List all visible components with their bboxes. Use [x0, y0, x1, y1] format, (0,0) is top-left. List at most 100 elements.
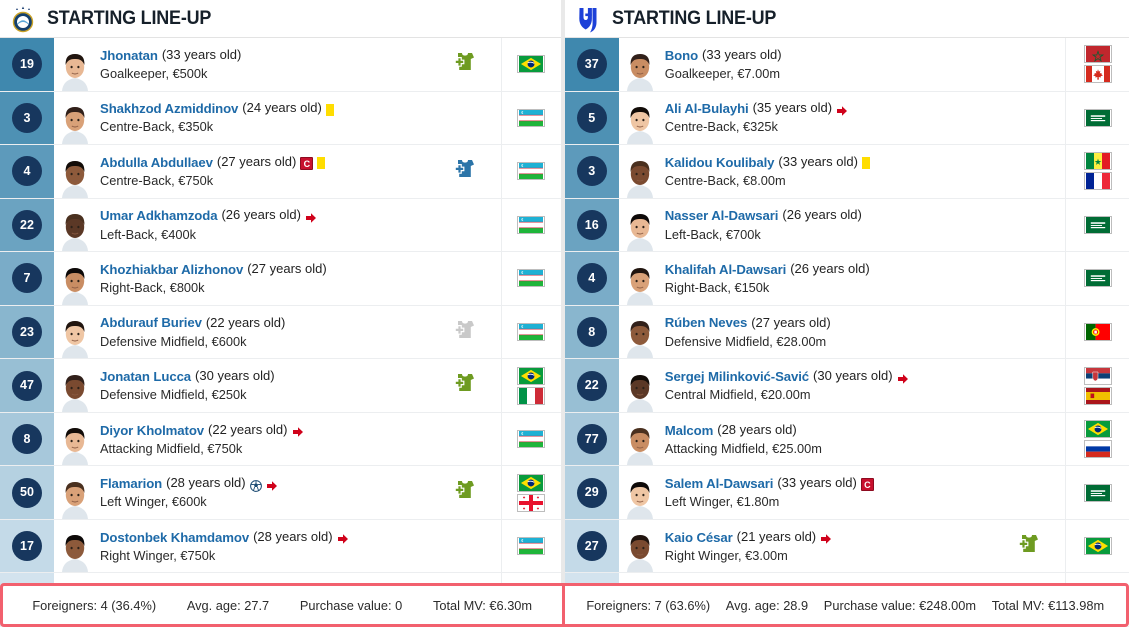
player-name-link[interactable]: Shakhzod Azmiddinov: [100, 101, 238, 116]
player-age: (27 years old): [751, 314, 831, 330]
player-name-link[interactable]: Jonatan Lucca: [100, 369, 191, 384]
player-name-link[interactable]: Sergej Milinković-Savić: [665, 369, 809, 384]
player-row[interactable]: 3 Shakhzod Azmiddinov (24 years old) Centre…: [0, 91, 561, 146]
player-row[interactable]: 4 Abdulla Abdullaev (27 years old) C Centre-…: [0, 145, 561, 199]
player-info: Rúben Neves (27 years old) Defensive Midfi…: [657, 306, 987, 359]
player-row[interactable]: 19 Jhonatan (33 years old) Goalkeeper, €500…: [0, 38, 561, 92]
player-name-link[interactable]: Umar Adkhamzoda: [100, 208, 218, 223]
player-name-link[interactable]: Salem Al-Dawsari: [665, 476, 774, 491]
shirt-number-cell: 3: [564, 145, 619, 198]
player-row[interactable]: 8 Rúben Neves (27 years old) Defensive Midf…: [564, 305, 1129, 360]
player-name-link[interactable]: Kalidou Koulibaly: [665, 155, 775, 170]
stat-foreigners-right: Foreigners: 7 (63.6%): [586, 597, 711, 613]
player-event-cell: [987, 520, 1065, 573]
player-row[interactable]: 17 Dostonbek Khamdamov (28 years old) Right…: [0, 519, 561, 574]
player-name-link[interactable]: Dostonbek Khamdamov: [100, 530, 249, 545]
player-row[interactable]: 7 Khozhiakbar Alizhonov (27 years old) Righ…: [0, 252, 561, 306]
player-event-cell: [987, 92, 1065, 145]
substitution-jersey-blue-icon[interactable]: [449, 158, 475, 185]
player-event-cell: [987, 38, 1065, 91]
player-photo: [619, 520, 657, 573]
player-position-value: Goalkeeper, €500k: [100, 65, 208, 81]
substituted-off-arrow-icon: [820, 532, 832, 544]
player-name-link[interactable]: Kaio César: [665, 530, 733, 545]
player-name-link[interactable]: Rúben Neves: [665, 315, 748, 330]
player-info: Abdulla Abdullaev (27 years old) C Centre-B…: [92, 145, 423, 198]
team-panel-right: STARTING LINE-UP 37 Bono (33 years old) Goa…: [564, 0, 1129, 627]
player-row[interactable]: 16 Nasser Al-Dawsari (26 years old) Left-Ba…: [564, 198, 1129, 253]
player-age: (26 years old): [782, 207, 862, 223]
player-row[interactable]: 4 Khalifah Al-Dawsari (26 years old) Right-…: [564, 252, 1129, 306]
player-event-cell: [987, 359, 1065, 412]
substitution-jersey-grey-icon[interactable]: [449, 319, 475, 346]
shirt-number-cell: 8: [564, 305, 619, 359]
player-info: Ali Al-Bulayhi (35 years old) Centre-Back,…: [657, 92, 987, 145]
team-stats-left: Foreigners: 4 (36.4%) Avg. age: 27.7 Pur…: [3, 586, 565, 624]
player-position-value: Left Winger, €600k: [100, 494, 207, 510]
shirt-number-cell: 47: [0, 359, 54, 412]
substitution-jersey-green-icon[interactable]: [449, 372, 475, 399]
player-name-line: Jhonatan (33 years old): [100, 47, 423, 63]
player-name-link[interactable]: Malcom: [665, 423, 714, 438]
player-name-link[interactable]: Nasser Al-Dawsari: [665, 208, 779, 223]
captain-armband-icon: C: [300, 156, 314, 170]
player-name-line: Nasser Al-Dawsari (26 years old): [665, 207, 987, 223]
substituted-off-arrow-icon: [836, 104, 848, 116]
player-name-link[interactable]: Flamarion: [100, 476, 162, 491]
player-name-link[interactable]: Abdurauf Buriev: [100, 315, 202, 330]
player-name-line: Rúben Neves (27 years old): [665, 314, 987, 331]
player-name-link[interactable]: Khalifah Al-Dawsari: [665, 262, 787, 277]
substitution-jersey-green-icon[interactable]: [1013, 533, 1039, 560]
player-row[interactable]: 29 Salem Al-Dawsari (33 years old) C Left Wi…: [564, 466, 1129, 520]
flag-uz-icon: [517, 537, 546, 556]
player-row[interactable]: 27 Kaio César (21 years old) Right Winger, …: [564, 519, 1129, 574]
flag-sn-icon: [1083, 152, 1112, 171]
player-row[interactable]: 3 Kalidou Koulibaly (33 years old) Centre-B…: [564, 145, 1129, 199]
player-age: (30 years old): [813, 368, 893, 384]
flag-pt-icon: [1083, 323, 1112, 341]
player-name-line: Flamarion (28 years old): [100, 475, 423, 492]
shirt-number-cell: 37: [564, 38, 619, 91]
player-row[interactable]: 47 Jonatan Lucca (30 years old) Defensive M…: [0, 359, 561, 413]
player-nationality-cell: [500, 359, 561, 412]
player-name-link[interactable]: Bono: [665, 48, 698, 63]
shirt-number-badge: 37: [576, 49, 607, 80]
player-age: (27 years old): [216, 153, 297, 169]
player-row[interactable]: 5 Ali Al-Bulayhi (35 years old) Centre-Back…: [564, 91, 1129, 146]
player-photo: [619, 145, 657, 198]
shirt-number-cell: 3: [0, 91, 54, 145]
player-position-value: Right Winger, €750k: [100, 547, 216, 563]
flag-br-icon: [517, 366, 546, 385]
flag-it-icon: [517, 386, 546, 405]
player-row[interactable]: 37 Bono (33 years old) Goalkeeper, €7.00m: [564, 38, 1129, 92]
shirt-number-cell: 4: [564, 252, 619, 305]
player-row[interactable]: 8 Diyor Kholmatov (22 years old) Attacking …: [0, 412, 561, 467]
player-nationality-cell: [1065, 359, 1129, 412]
player-event-cell: [423, 413, 501, 466]
player-nationality-cell: [500, 145, 561, 198]
substitution-jersey-green-icon[interactable]: [449, 479, 475, 506]
player-row[interactable]: 22 Sergej Milinković-Savić (30 years old) C…: [564, 359, 1129, 413]
player-age: (33 years old): [778, 153, 858, 169]
player-name-line: Sergej Milinković-Savić (30 years old): [665, 368, 987, 384]
player-name-link[interactable]: Diyor Kholmatov: [100, 423, 204, 438]
player-photo: [619, 252, 657, 305]
player-name-link[interactable]: Jhonatan: [100, 48, 158, 63]
substitution-jersey-green-icon[interactable]: [449, 51, 475, 78]
player-photo: [619, 306, 657, 359]
player-name-link[interactable]: Khozhiakbar Alizhonov: [100, 262, 243, 277]
player-event-cell: [423, 466, 501, 519]
player-name-link[interactable]: Ali Al-Bulayhi: [665, 101, 749, 116]
shirt-number-badge: 5: [576, 102, 607, 133]
substituted-off-arrow-icon: [266, 479, 278, 491]
stat-total-mv-left: Total MV: €6.30m: [432, 597, 533, 613]
substituted-off-arrow-icon: [337, 532, 349, 544]
player-row[interactable]: 22 Umar Adkhamzoda (26 years old) Left-Back…: [0, 198, 561, 253]
shirt-number-cell: 23: [0, 305, 54, 359]
flag-ma-icon: [1083, 45, 1112, 64]
player-row[interactable]: 23 Abdurauf Buriev (22 years old) Defensive…: [0, 305, 561, 360]
player-name-link[interactable]: Abdulla Abdullaev: [100, 155, 213, 170]
player-position-value: Left-Back, €700k: [664, 226, 761, 242]
player-row[interactable]: 77 Malcom (28 years old) Attacking Midfield…: [564, 412, 1129, 467]
player-row[interactable]: 50 Flamarion (28 years old) Left Winger, €6…: [0, 466, 561, 520]
